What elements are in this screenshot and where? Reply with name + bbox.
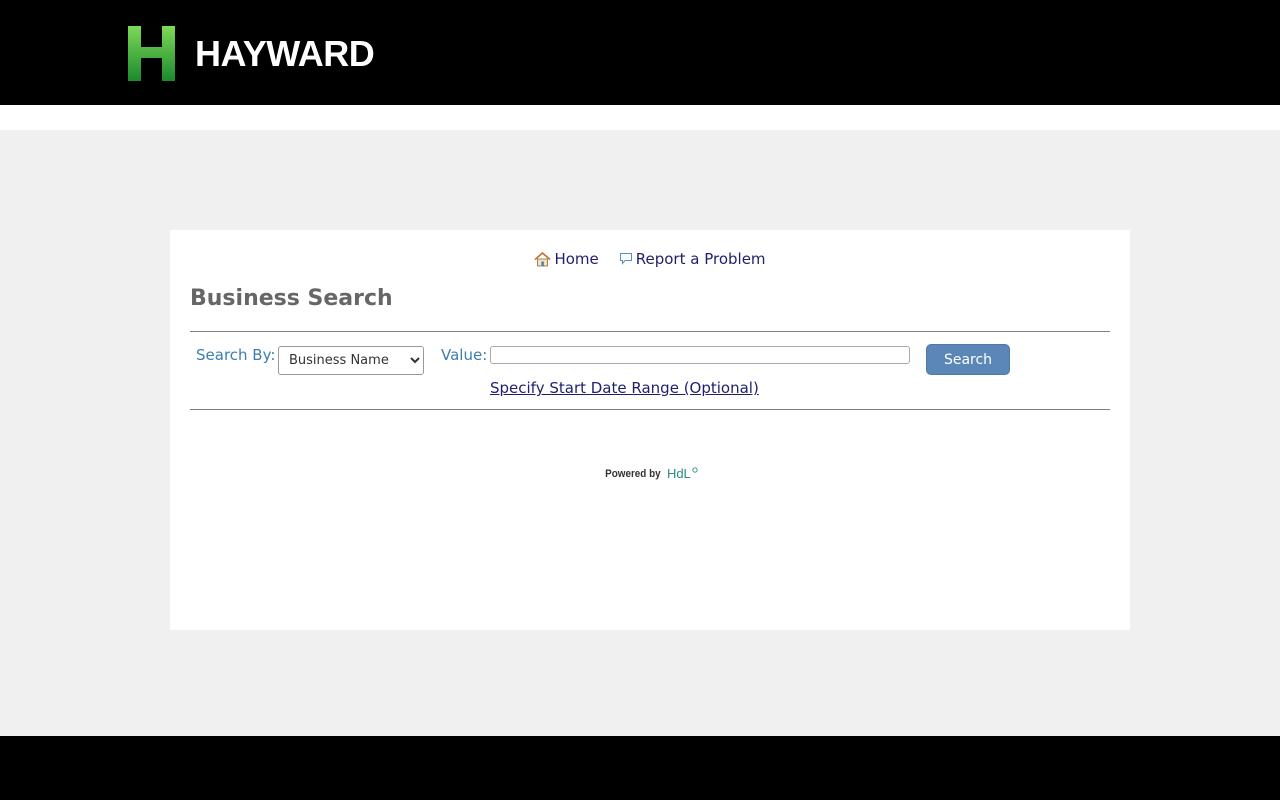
top-links: Home Report a Problem [170,250,1130,268]
home-icon [534,251,551,266]
hayward-logo[interactable]: HAYWARD [128,26,375,81]
powered-by-text: Powered by [605,467,661,480]
hdl-swirl-icon [692,466,698,473]
report-problem-link[interactable]: Report a Problem [619,250,766,268]
search-panel: Home Report a Problem Business Search Se… [170,230,1130,630]
hayward-h-logo-icon [128,26,175,81]
logo-text: HAYWARD [195,33,375,74]
site-footer [0,736,1280,800]
search-button[interactable]: Search [926,344,1010,375]
header-spacer [0,105,1280,130]
site-header: HAYWARD [0,0,1280,105]
speech-bubble-icon [619,253,632,265]
report-problem-label: Report a Problem [635,250,766,268]
home-link[interactable]: Home [534,250,599,268]
date-range-link[interactable]: Specify Start Date Range (Optional) [490,379,759,397]
value-label: Value: [441,346,488,364]
search-by-label: Search By: [196,346,276,364]
home-link-label: Home [554,250,599,268]
search-by-select[interactable]: Business Name [278,346,424,375]
hdl-logo: HdL [666,466,691,481]
value-input[interactable] [490,346,910,364]
page-title: Business Search [190,286,393,311]
divider-bottom [190,409,1110,410]
powered-by[interactable]: Powered by HdL [170,466,1130,481]
divider-top [190,331,1110,332]
